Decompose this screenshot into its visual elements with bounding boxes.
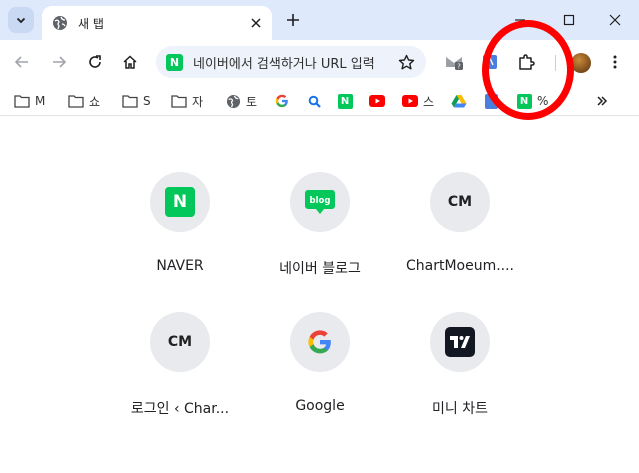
svg-text:blog: blog bbox=[310, 196, 331, 206]
bookmark-label: 스 bbox=[423, 94, 435, 109]
tab-title: 새 탭 bbox=[78, 16, 104, 31]
globe-icon bbox=[225, 93, 241, 109]
bookmark-link[interactable] bbox=[369, 91, 390, 111]
tab-search-button[interactable] bbox=[8, 7, 34, 33]
gmail-icon: ? bbox=[446, 57, 463, 71]
double-chevron-right-icon bbox=[597, 96, 608, 106]
naver-icon: N bbox=[165, 187, 195, 217]
maximize-icon bbox=[563, 14, 575, 26]
close-icon bbox=[251, 18, 261, 28]
bookmark-star-button[interactable] bbox=[396, 52, 416, 72]
google-icon bbox=[308, 330, 331, 354]
bookmark-label: S bbox=[143, 94, 151, 108]
blog-icon: blog bbox=[305, 190, 335, 214]
shortcut-label: Google bbox=[295, 398, 345, 414]
bookmark-label: 토 bbox=[246, 94, 258, 109]
chartmoeum-icon: CM bbox=[447, 194, 473, 210]
tradingview-icon bbox=[445, 327, 475, 357]
chevron-down-icon bbox=[16, 17, 26, 24]
folder-icon bbox=[122, 93, 138, 109]
bookmark-link[interactable]: 토 bbox=[225, 91, 257, 111]
bookmark-folder[interactable]: M bbox=[14, 91, 45, 111]
shortcut-label: ChartMoeum.... bbox=[405, 258, 515, 274]
shortcuts-grid: N NAVER blog 네이버 블로그 CM ChartMoeum.... C… bbox=[0, 116, 639, 473]
shortcut-tile[interactable]: CM ChartMoeum.... bbox=[395, 172, 525, 282]
youtube-icon bbox=[402, 93, 418, 109]
folder-icon bbox=[171, 93, 187, 109]
bookmark-label: 쇼 bbox=[89, 94, 101, 109]
folder-icon bbox=[68, 93, 84, 109]
shortcut-label: 네이버 블로그 bbox=[279, 261, 361, 277]
google-icon bbox=[274, 93, 290, 109]
chartmoeum-icon: CM bbox=[167, 334, 193, 350]
address-bar[interactable]: N 네이버에서 검색하거나 URL 입력 bbox=[156, 46, 426, 78]
bookmark-folder[interactable]: 쇼 bbox=[68, 91, 100, 111]
google-drive-icon bbox=[451, 93, 467, 109]
star-icon bbox=[398, 54, 414, 69]
youtube-icon bbox=[369, 93, 385, 109]
shortcut-icon-circle bbox=[430, 312, 490, 372]
more-vertical-icon bbox=[613, 55, 617, 69]
arrow-left-icon bbox=[14, 56, 28, 68]
shortcut-label: 로그인 ‹ Char... bbox=[130, 401, 230, 417]
back-button[interactable] bbox=[10, 50, 34, 74]
shortcut-icon-circle bbox=[290, 312, 350, 372]
home-icon bbox=[123, 55, 137, 69]
shortcut-tile[interactable]: blog 네이버 블로그 bbox=[255, 172, 385, 282]
bookmark-link[interactable]: N bbox=[337, 91, 358, 111]
bookmark-label: 자 bbox=[192, 94, 204, 109]
naver-icon: N bbox=[337, 93, 353, 109]
extension-button[interactable]: ? bbox=[442, 50, 466, 74]
shortcut-label: 미니 차트 bbox=[432, 401, 488, 417]
bookmark-link[interactable] bbox=[274, 91, 295, 111]
shortcut-icon-circle: blog bbox=[290, 172, 350, 232]
active-tab[interactable]: 새 탭 bbox=[42, 6, 272, 40]
arrow-right-icon bbox=[53, 56, 67, 68]
bookmark-link[interactable]: 스 bbox=[402, 91, 434, 111]
shortcut-icon-circle: N bbox=[150, 172, 210, 232]
more-bookmarks-button[interactable] bbox=[592, 91, 612, 111]
bookmark-label: M bbox=[35, 94, 46, 108]
plus-icon bbox=[287, 14, 299, 26]
shortcut-icon-circle: CM bbox=[150, 312, 210, 372]
reload-button[interactable] bbox=[83, 50, 107, 74]
annotation-circle bbox=[482, 20, 574, 120]
folder-icon bbox=[14, 93, 30, 109]
bookmark-folder[interactable]: 자 bbox=[171, 91, 203, 111]
globe-icon bbox=[53, 16, 67, 30]
forward-button[interactable] bbox=[47, 50, 71, 74]
new-tab-button[interactable] bbox=[282, 9, 304, 31]
reload-icon bbox=[89, 55, 101, 68]
close-tab-button[interactable] bbox=[248, 15, 264, 31]
naver-icon: N bbox=[166, 53, 183, 71]
shortcut-icon-circle: CM bbox=[430, 172, 490, 232]
address-bar-text: 네이버에서 검색하거나 URL 입력 bbox=[193, 56, 375, 72]
shortcut-tile[interactable]: N NAVER bbox=[115, 172, 245, 282]
bookmark-link[interactable] bbox=[451, 91, 472, 111]
bookmark-link[interactable] bbox=[306, 91, 327, 111]
shortcut-tile[interactable]: 미니 차트 bbox=[395, 312, 525, 422]
shortcut-tile[interactable]: Google bbox=[255, 312, 385, 422]
profile-avatar[interactable] bbox=[571, 53, 591, 73]
home-button[interactable] bbox=[118, 50, 142, 74]
close-icon bbox=[609, 14, 621, 26]
bookmark-folder[interactable]: S bbox=[122, 91, 151, 111]
svg-text:?: ? bbox=[457, 63, 461, 71]
chrome-menu-button[interactable] bbox=[603, 50, 627, 74]
close-window-button[interactable] bbox=[603, 8, 627, 32]
shortcut-tile[interactable]: CM 로그인 ‹ Char... bbox=[115, 312, 245, 422]
shortcut-label: NAVER bbox=[156, 258, 204, 274]
maximize-button[interactable] bbox=[557, 8, 581, 32]
search-icon bbox=[306, 93, 322, 109]
